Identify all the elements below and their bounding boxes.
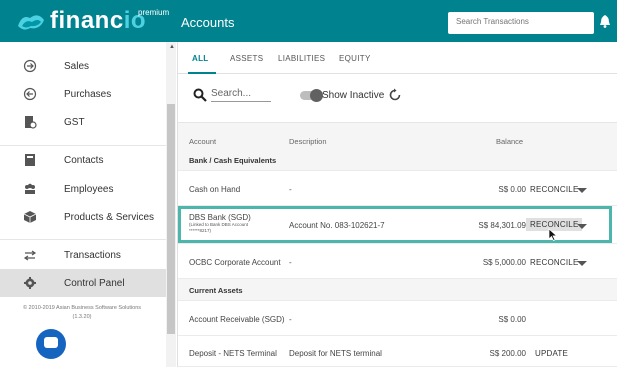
tab-equity[interactable]: EQUITY (339, 54, 371, 63)
sidebar-item-products-services[interactable]: Products & Services (0, 203, 166, 231)
sidebar-divider (0, 239, 166, 240)
sidebar-item-label: Products & Services (64, 211, 155, 223)
sidebar-item-label: Control Panel (64, 277, 125, 289)
sidebar-item-label: Sales (64, 60, 90, 72)
account-linked-number: ******8217) (189, 228, 212, 233)
account-description: - (289, 315, 292, 324)
products-icon (23, 210, 37, 224)
account-balance: S$ 200.00 (489, 349, 526, 358)
gst-icon (23, 115, 37, 129)
group-title: Current Assets (189, 286, 243, 295)
account-balance: S$ 0.00 (498, 185, 526, 194)
account-description: - (289, 185, 292, 194)
sidebar-item-purchases[interactable]: Purchases (0, 80, 166, 108)
sidebar-item-label: Transactions (64, 249, 121, 261)
purchases-icon (23, 87, 37, 101)
sidebar-item-gst[interactable]: GST (0, 108, 166, 136)
gear-icon (23, 276, 37, 290)
sidebar-item-contacts[interactable]: Contacts (0, 146, 166, 174)
tab-assets[interactable]: ASSETS (230, 54, 263, 63)
chevron-down-icon[interactable] (577, 261, 587, 266)
update-button[interactable]: UPDATE (531, 347, 572, 360)
main-content: ALL ASSETS LIABILITIES EQUITY Show Inact… (178, 42, 617, 367)
show-inactive-label: Show Inactive (322, 90, 385, 101)
brand-name-part1: financ (50, 7, 124, 34)
account-name[interactable]: Deposit - NETS Terminal (189, 349, 277, 358)
column-header-account[interactable]: Account (189, 137, 216, 146)
account-balance: S$ 84,301.09 (478, 221, 526, 230)
top-bar: financio premium Accounts Search Transac… (0, 0, 617, 42)
account-tabs: ALL ASSETS LIABILITIES EQUITY (178, 42, 617, 74)
account-name: DBS Bank (SGD) (189, 213, 251, 222)
reconcile-button[interactable]: RECONCILE (526, 183, 582, 196)
version-text: (1.3.20) (72, 314, 92, 320)
group-header-row: Current Assets (178, 279, 617, 301)
search-icon[interactable] (193, 88, 207, 102)
group-title: Bank / Cash Equivalents (189, 156, 277, 165)
group-header-row: Bank / Cash Equivalents (178, 149, 617, 171)
sidebar-item-employees[interactable]: Employees (0, 175, 166, 203)
account-name[interactable]: Cash on Hand (189, 185, 240, 194)
search-input[interactable] (211, 88, 271, 102)
sidebar-item-sales[interactable]: Sales (0, 52, 166, 80)
transactions-icon (23, 248, 37, 262)
tab-all[interactable]: ALL (192, 54, 208, 63)
account-name-block[interactable]: DBS Bank (SGD) (Linked to Bank DBS Accou… (189, 213, 251, 234)
copyright-text: © 2010-2019 Asian Business Software Solu… (22, 305, 142, 311)
chat-icon (44, 337, 58, 348)
reconcile-button[interactable]: RECONCILE (526, 256, 582, 269)
table-row[interactable]: Cash on Hand - S$ 0.00 RECONCILE (178, 171, 617, 206)
account-name[interactable]: Account Receivable (SGD) (189, 315, 285, 324)
sidebar-item-label: Purchases (64, 88, 112, 100)
contacts-icon (23, 153, 37, 167)
column-header-description[interactable]: Description (289, 137, 327, 146)
financio-logo-icon (18, 15, 44, 30)
mouse-cursor-icon (548, 228, 557, 241)
brand[interactable]: financio premium (0, 0, 178, 42)
account-description: - (289, 258, 292, 267)
show-inactive-toggle[interactable] (300, 89, 323, 102)
chevron-down-icon[interactable] (577, 188, 587, 193)
account-balance: S$ 0.00 (498, 315, 526, 324)
sidebar-item-control-panel[interactable]: Control Panel (0, 269, 166, 297)
account-name[interactable]: OCBC Corporate Account (189, 258, 281, 267)
active-tab-indicator (188, 72, 216, 74)
filter-bar: Show Inactive (178, 78, 617, 114)
scroll-up-icon[interactable]: ▲ (169, 44, 175, 50)
account-description: Account No. 083-102621-7 (289, 221, 385, 230)
table-row[interactable]: OCBC Corporate Account - S$ 5,000.00 REC… (178, 244, 617, 279)
sidebar-scroll-thumb[interactable] (167, 104, 175, 334)
page-title: Accounts (181, 15, 235, 30)
sidebar: Sales Purchases GST Contacts Employees P… (0, 42, 178, 367)
sidebar-item-label: Contacts (64, 154, 104, 166)
tab-liabilities[interactable]: LIABILITIES (278, 54, 325, 63)
sidebar-item-label: GST (64, 116, 85, 128)
employees-icon (23, 182, 37, 196)
sidebar-item-transactions[interactable]: Transactions (0, 241, 166, 269)
search-transactions-input[interactable]: Search Transactions (448, 12, 594, 34)
account-description: Deposit for NETS terminal (289, 349, 382, 358)
brand-superscript: premium (138, 8, 170, 17)
sidebar-item-label: Employees (64, 183, 114, 195)
refresh-icon[interactable] (388, 88, 402, 102)
account-balance: S$ 5,000.00 (482, 258, 526, 267)
brand-name: financio (50, 7, 146, 35)
table-row[interactable]: Account Receivable (SGD) - S$ 0.00 (178, 301, 617, 336)
column-header-balance[interactable]: Balance (496, 137, 523, 146)
bell-icon[interactable] (600, 14, 610, 28)
table-row[interactable]: Deposit - NETS Terminal Deposit for NETS… (178, 336, 617, 367)
chevron-down-icon[interactable] (577, 224, 587, 229)
copyright: © 2010-2019 Asian Business Software Solu… (4, 304, 160, 322)
sales-icon (23, 59, 37, 73)
chat-button[interactable] (36, 329, 66, 359)
